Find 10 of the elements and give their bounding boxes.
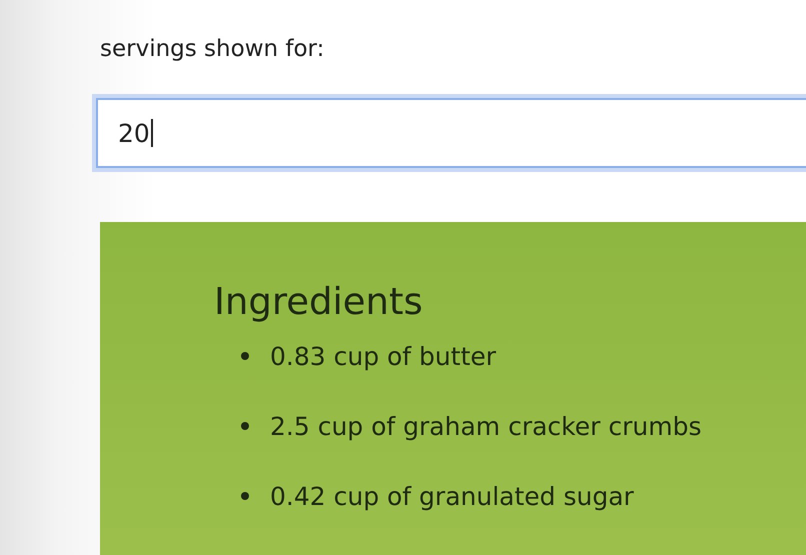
servings-label: servings shown for:	[100, 36, 326, 64]
bullet-icon	[241, 352, 249, 360]
bullet-icon	[241, 422, 249, 430]
text-caret	[150, 119, 153, 147]
ingredient-text: 0.83 cup of butter	[270, 342, 496, 370]
ingredient-text: 0.42 cup of granulated sugar	[270, 482, 634, 510]
bullet-icon	[241, 492, 249, 500]
ingredients-title: Ingredients	[214, 280, 424, 323]
servings-input-field[interactable]: 20	[96, 98, 806, 168]
ingredient-text: 2.5 cup of graham cracker crumbs	[270, 412, 702, 440]
